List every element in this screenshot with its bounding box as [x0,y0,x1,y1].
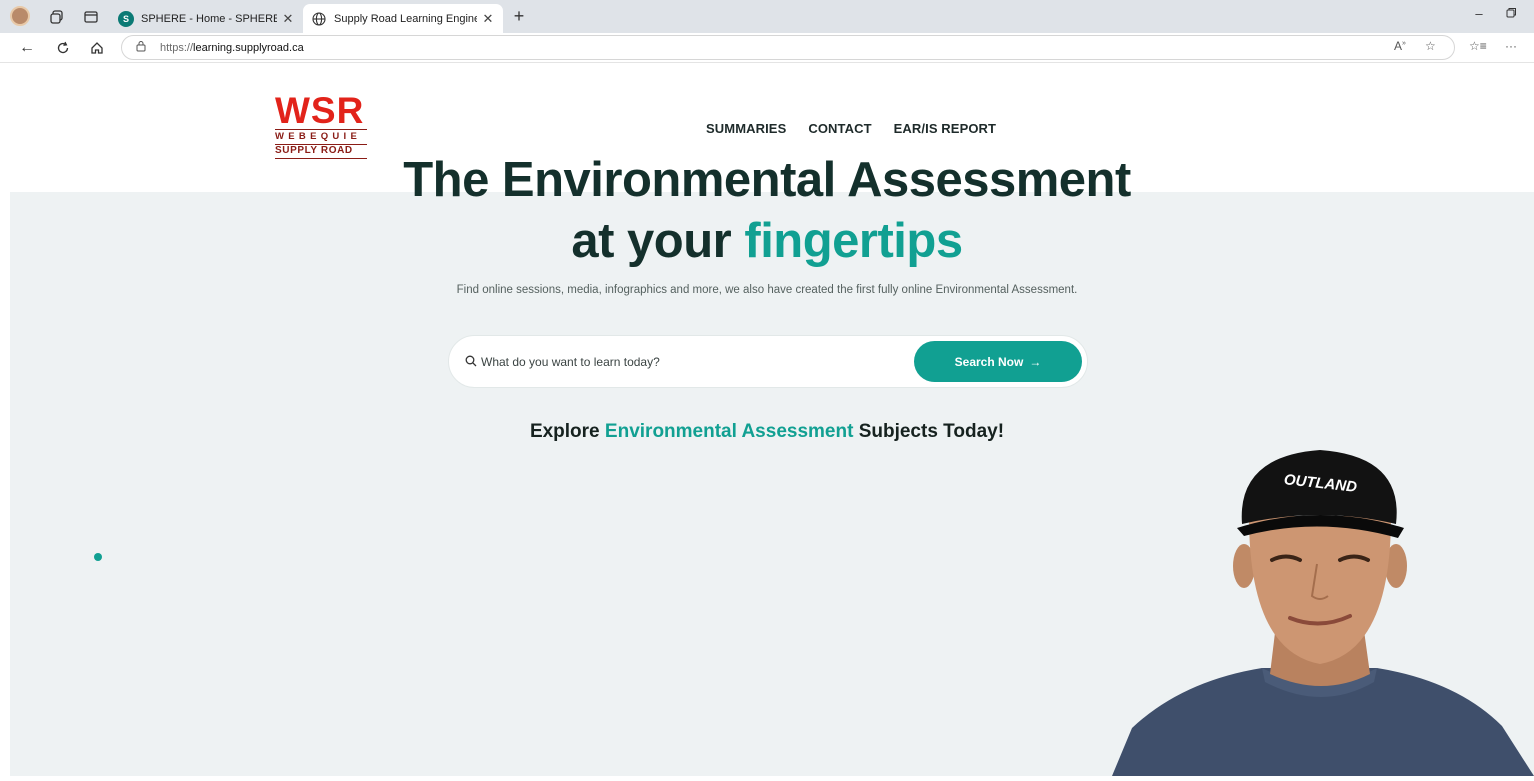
search-button-label: Search Now [954,354,1024,369]
sharepoint-icon: S [118,10,134,27]
new-tab-button[interactable]: + [508,5,530,27]
workspaces-icon[interactable] [46,6,68,28]
search-now-button[interactable]: Search Now → [914,341,1082,382]
tab-actions-icon[interactable] [80,6,102,28]
read-aloud-icon[interactable]: A» [1394,39,1406,53]
url-field[interactable]: https://learning.supplyroad.ca [121,35,1455,60]
explore-pre: Explore [529,421,600,442]
headline-line-2: at your fingertips [0,211,1534,272]
decorative-dot [94,553,102,561]
more-icon[interactable]: ··· [1505,39,1517,53]
browser-tab-bar: S SPHERE - Home - SPHERE - Home ✕ Supply… [0,0,1534,33]
headline-accent: fingertips [744,214,963,268]
headline-plain: at your [571,214,732,268]
tab-supply-road[interactable]: Supply Road Learning Engine – Th ✕ [303,4,503,33]
arrow-right-icon: → [1029,354,1042,369]
home-icon[interactable] [86,37,108,59]
restore-button[interactable] [1500,6,1522,28]
globe-icon [311,11,327,27]
refresh-icon[interactable] [52,37,74,59]
explore-post: Subjects Today! [858,421,1005,442]
explore-accent: Environmental Assessment [604,421,854,442]
main-nav: SUMMARIES CONTACT EAR/IS REPORT [706,121,996,136]
logo-webequie: WEBEQUIE [275,131,362,142]
close-icon[interactable]: ✕ [481,11,495,27]
nav-ear-is-report[interactable]: EAR/IS REPORT [894,121,996,136]
url-host: learning.supplyroad.ca [193,41,304,54]
tab-title: Supply Road Learning Engine – Th [334,12,477,25]
minimize-button[interactable]: – [1468,6,1490,28]
nav-summaries[interactable]: SUMMARIES [706,121,786,136]
lock-icon[interactable] [136,40,150,55]
favorite-star-icon[interactable]: ☆ [1425,39,1436,53]
presenter-video-overlay: OUTLAND [1112,436,1534,776]
logo-wsr: WSR [275,90,365,131]
search-bar: Search Now → [448,335,1088,388]
hero-headline: The Environmental Assessment at your fin… [0,150,1534,272]
back-arrow-icon[interactable]: ← [16,37,38,59]
search-icon [465,354,479,368]
hero-subtitle: Find online sessions, media, infographic… [456,284,1078,296]
tab-title: SPHERE - Home - SPHERE - Home [141,12,277,25]
profile-avatar[interactable] [10,6,30,26]
headline-line-1: The Environmental Assessment [403,153,1131,207]
nav-contact[interactable]: CONTACT [808,121,871,136]
url-scheme: https:// [160,41,194,54]
search-input[interactable] [481,346,901,378]
tab-sphere-home[interactable]: S SPHERE - Home - SPHERE - Home ✕ [110,4,303,33]
close-icon[interactable]: ✕ [281,11,295,27]
address-bar-row: ← https://learning.supplyroad.ca A» ☆ ☆≡… [0,33,1534,63]
favorites-icon[interactable]: ☆≡ [1469,39,1487,53]
